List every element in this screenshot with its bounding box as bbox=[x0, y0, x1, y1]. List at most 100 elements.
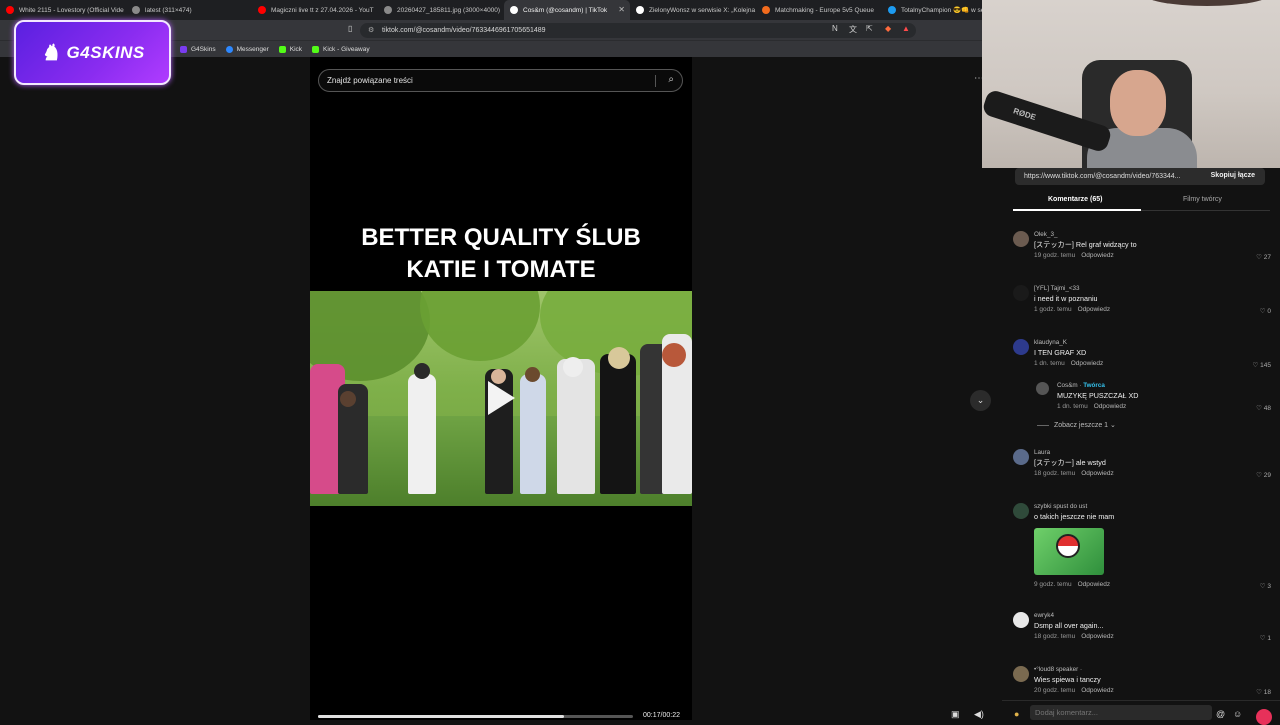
site-info-icon[interactable]: ⚙ bbox=[368, 26, 374, 34]
copy-link-button[interactable]: Skopiuj łącze bbox=[1211, 172, 1255, 179]
more-replies-button[interactable]: Zobacz jeszcze 1 ⌄ bbox=[1037, 421, 1116, 429]
bookmark-item[interactable]: G4Skins bbox=[180, 45, 216, 53]
tab-creator-videos[interactable]: Filmy twórcy bbox=[1183, 196, 1222, 203]
comment-text: [ステッカー] Rel graf widzący to bbox=[1034, 240, 1137, 249]
reply-button[interactable]: Odpowiedz bbox=[1081, 633, 1114, 640]
like-button[interactable]: ♡ 1 bbox=[1260, 634, 1271, 642]
tab-title: Magiczni live tt z 27.04.2026 - YouT bbox=[271, 6, 374, 14]
bookmark-item[interactable]: Kick - Giveaway bbox=[312, 45, 370, 53]
like-count: 48 bbox=[1263, 405, 1271, 412]
related-search-input[interactable]: Znajdź powiązane treści ⌕ bbox=[318, 69, 683, 92]
like-button[interactable]: ♡ 29 bbox=[1256, 471, 1271, 479]
avatar[interactable] bbox=[1013, 231, 1029, 247]
like-count: 29 bbox=[1263, 472, 1271, 479]
post-comment-button[interactable] bbox=[1256, 709, 1272, 725]
tab-title: TotalnyChampion 😎👊 w se bbox=[901, 7, 985, 14]
kick-icon bbox=[278, 45, 286, 53]
faceit-icon bbox=[762, 6, 770, 14]
reply-button[interactable]: Odpowiedz bbox=[1081, 687, 1114, 694]
comment-user[interactable]: szybki spust do ust bbox=[1034, 503, 1087, 510]
browser-tab[interactable]: latest (311×474) bbox=[126, 0, 252, 20]
no-track-icon[interactable]: N bbox=[832, 24, 838, 33]
next-video-chevron-down-icon[interactable]: ⌄ bbox=[970, 390, 991, 411]
comment-user[interactable]: Cos&m · Twórca bbox=[1057, 382, 1105, 389]
like-button[interactable]: ♡ 27 bbox=[1256, 253, 1271, 261]
comment-time: 18 godz. temu bbox=[1034, 470, 1076, 477]
reply-button[interactable]: Odpowiedz bbox=[1081, 470, 1114, 477]
comment-time: 1 dn. temu bbox=[1057, 403, 1088, 410]
bookmark-icon[interactable]: ▯ bbox=[348, 24, 352, 33]
comment-user[interactable]: Olek_3_ bbox=[1034, 231, 1057, 238]
tiktok-icon bbox=[510, 6, 518, 14]
picture-in-picture-icon[interactable]: ▣ bbox=[951, 709, 960, 720]
comment-user[interactable]: Laura bbox=[1034, 449, 1050, 456]
tab-underline bbox=[1013, 209, 1141, 211]
avatar[interactable] bbox=[1036, 382, 1049, 395]
comments-tabs: Komentarze (65) Filmy twórcy bbox=[1013, 192, 1270, 211]
bookmark-label: Kick bbox=[289, 45, 303, 53]
avatar[interactable] bbox=[1013, 612, 1029, 628]
webcam-overlay: RØDE bbox=[982, 0, 1280, 168]
comment-user[interactable]: •°loud8 speaker · bbox=[1034, 666, 1082, 673]
comment-text: MUZYKĘ PUSZCZAŁ XD bbox=[1057, 391, 1139, 400]
comment-user[interactable]: [YFL] Tajmi_<33 bbox=[1034, 285, 1080, 292]
close-tab-icon[interactable]: ✕ bbox=[618, 5, 625, 14]
tab-comments[interactable]: Komentarze (65) bbox=[1048, 196, 1102, 203]
youtube-icon bbox=[6, 6, 14, 14]
mention-icon[interactable]: @ bbox=[1216, 709, 1225, 719]
translate-icon[interactable]: 文 bbox=[849, 24, 857, 35]
comment-user[interactable]: ewryk4 bbox=[1034, 612, 1054, 619]
reply-button[interactable]: Odpowiedz bbox=[1078, 581, 1111, 588]
like-button[interactable]: ♡ 3 bbox=[1260, 582, 1271, 590]
reply-button[interactable]: Odpowiedz bbox=[1081, 252, 1114, 259]
youtube-icon bbox=[258, 6, 266, 14]
comment-time: 20 godz. temu bbox=[1034, 687, 1076, 694]
video-caption-line: KATIE I TOMATE bbox=[406, 256, 596, 283]
share-icon[interactable]: ⇱ bbox=[866, 24, 873, 33]
brave-shield-icon[interactable]: ◆ bbox=[885, 24, 891, 33]
tab-title: ZielonyWonsz w serwisie X: „Kolejna bbox=[649, 6, 756, 14]
avatar[interactable] bbox=[1013, 285, 1029, 301]
avatar[interactable] bbox=[1013, 449, 1029, 465]
share-link-url: https://www.tiktok.com/@cosandm/video/76… bbox=[1024, 173, 1181, 180]
tab-title: latest (311×474) bbox=[145, 6, 192, 14]
creator-badge: Twórca bbox=[1083, 382, 1105, 389]
g4skins-logo: ♞ G4SKINS bbox=[14, 20, 171, 85]
pokeball-icon bbox=[1056, 534, 1080, 558]
bookmark-item[interactable]: Messenger bbox=[225, 45, 269, 53]
messenger-icon bbox=[225, 45, 233, 53]
comment-text: i need it w poznaniu bbox=[1034, 294, 1098, 303]
like-count: 27 bbox=[1263, 254, 1271, 261]
video-time: 00:17/00:22 bbox=[643, 712, 680, 719]
emoji-icon[interactable]: ☺ bbox=[1233, 709, 1242, 719]
avatar[interactable] bbox=[1013, 503, 1029, 519]
browser-tab[interactable]: ZielonyWonsz w serwisie X: „Kolejna bbox=[630, 0, 756, 20]
browser-tab-active[interactable]: Cos&m (@cosandm) | TikTok ✕ bbox=[504, 0, 630, 20]
avatar[interactable] bbox=[1013, 666, 1029, 682]
search-icon[interactable]: ⌕ bbox=[668, 74, 674, 85]
volume-icon[interactable]: ◀) bbox=[974, 709, 984, 720]
like-button[interactable]: ♡ 145 bbox=[1253, 361, 1272, 369]
comment-time: 18 godz. temu bbox=[1034, 633, 1076, 640]
rewards-icon[interactable]: ▲ bbox=[902, 24, 910, 33]
reply-button[interactable]: Odpowiedz bbox=[1094, 403, 1127, 410]
browser-tab[interactable]: Magiczni live tt z 27.04.2026 - YouT bbox=[252, 0, 378, 20]
avatar[interactable] bbox=[1013, 339, 1029, 355]
reply-button[interactable]: Odpowiedz bbox=[1078, 306, 1111, 313]
bookmark-item[interactable]: Kick bbox=[278, 45, 303, 53]
play-icon[interactable] bbox=[488, 381, 515, 415]
comment-input[interactable] bbox=[1030, 705, 1212, 720]
browser-tab[interactable]: White 2115 - Lovestory (Official Vide bbox=[0, 0, 126, 20]
comment-user[interactable]: klaudyna_K bbox=[1034, 339, 1067, 346]
like-button[interactable]: ♡ 48 bbox=[1256, 404, 1271, 412]
like-button[interactable]: ♡ 18 bbox=[1256, 688, 1271, 696]
comment-sticker-image[interactable] bbox=[1034, 528, 1104, 575]
browser-tab[interactable]: 20260427_185811.jpg (3000×4000) bbox=[378, 0, 504, 20]
comment-text: Dsmp all over again... bbox=[1034, 621, 1104, 630]
tab-title: Matchmaking - Europe 5v5 Queue bbox=[775, 6, 874, 14]
reply-button[interactable]: Odpowiedz bbox=[1071, 360, 1104, 367]
browser-tab[interactable]: Matchmaking - Europe 5v5 Queue bbox=[756, 0, 882, 20]
video-progress-bar[interactable] bbox=[318, 715, 633, 718]
like-button[interactable]: ♡ 0 bbox=[1260, 307, 1271, 315]
globe-icon bbox=[132, 6, 140, 14]
